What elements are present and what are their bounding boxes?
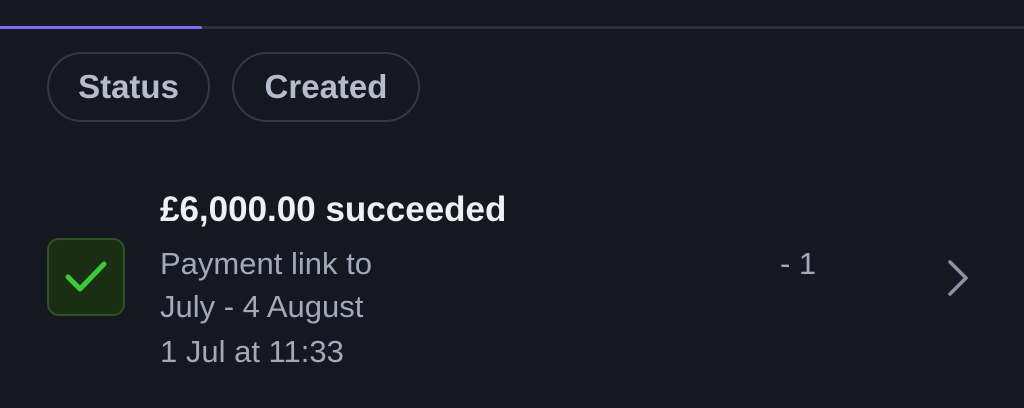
redaction xyxy=(422,242,774,285)
status-filter-label: Status xyxy=(78,68,179,105)
created-filter-chip[interactable]: Created xyxy=(232,52,420,122)
succeeded-status-badge xyxy=(47,238,125,316)
filter-bar: Status Created xyxy=(47,52,420,122)
payment-title: £6,000.00 succeeded xyxy=(160,188,880,232)
payment-description-end: - 1 xyxy=(780,246,817,281)
tab-indicator-track xyxy=(0,26,1024,29)
payment-status: succeeded xyxy=(325,190,507,229)
created-filter-label: Created xyxy=(264,68,388,105)
chevron-right-icon xyxy=(948,260,968,296)
payment-description-line2: July - 4 August xyxy=(160,289,364,324)
payment-amount: £6,000.00 xyxy=(160,190,316,229)
payment-timestamp: 1 Jul at 11:33 xyxy=(160,334,344,369)
payment-description-line1: Payment link to - 1 xyxy=(160,242,880,285)
tab-indicator xyxy=(0,26,202,29)
payments-screen: Status Created £6,000.00 succeeded Payme… xyxy=(0,0,1024,408)
check-icon xyxy=(65,261,107,292)
payment-list-item[interactable]: £6,000.00 succeeded Payment link to - 1 … xyxy=(0,180,1024,380)
payment-description: Payment link to - 1 July - 4 August xyxy=(160,242,880,328)
status-filter-chip[interactable]: Status xyxy=(47,52,210,122)
payment-details: £6,000.00 succeeded Payment link to - 1 … xyxy=(160,188,880,374)
payment-description-start: Payment link to xyxy=(160,246,372,281)
